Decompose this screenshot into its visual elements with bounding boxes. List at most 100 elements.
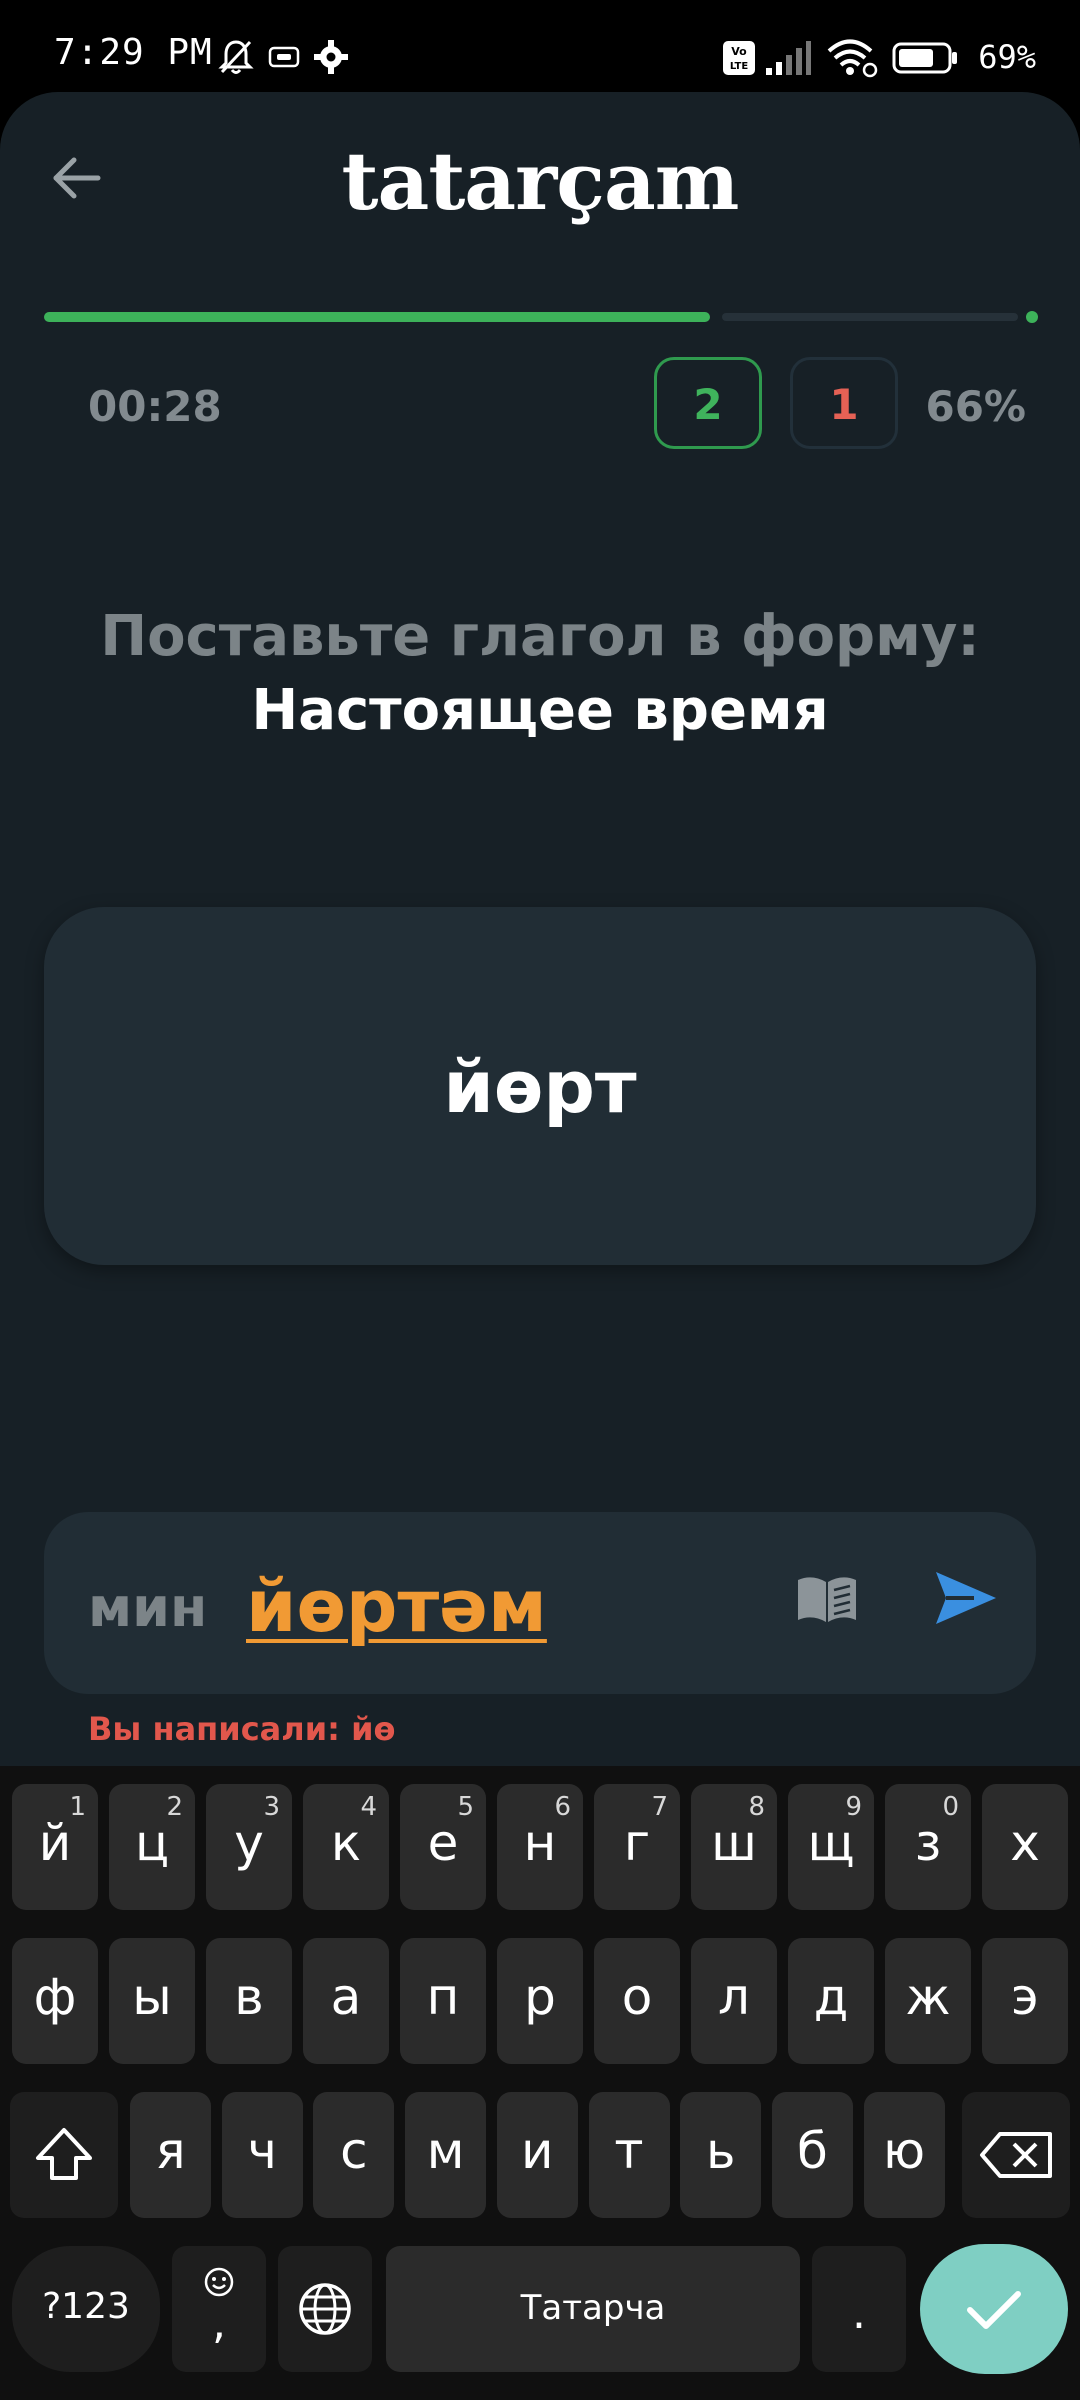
key-label: й bbox=[38, 1814, 72, 1872]
battery-icon bbox=[892, 42, 957, 74]
key-label: т bbox=[614, 2122, 644, 2180]
key-э[interactable]: э bbox=[982, 1938, 1068, 2064]
key-ш[interactable]: ш8 bbox=[691, 1784, 777, 1910]
enter-key[interactable] bbox=[920, 2244, 1068, 2374]
key-label: ю bbox=[883, 2122, 926, 2180]
key-label: ш bbox=[711, 1814, 757, 1872]
key-ж[interactable]: ж bbox=[885, 1938, 971, 2064]
key-number-hint: 2 bbox=[166, 1792, 183, 1822]
key-й[interactable]: й1 bbox=[12, 1784, 98, 1910]
key-label: н bbox=[523, 1814, 557, 1872]
key-label: ж bbox=[905, 1968, 951, 2026]
key-д[interactable]: д bbox=[788, 1938, 874, 2064]
key-с[interactable]: с bbox=[313, 2092, 395, 2218]
key-б[interactable]: б bbox=[771, 2092, 853, 2218]
key-е[interactable]: е5 bbox=[400, 1784, 486, 1910]
key-п[interactable]: п bbox=[400, 1938, 486, 2064]
key-label: о bbox=[621, 1968, 653, 2026]
progress-fill bbox=[44, 312, 710, 322]
timer: 00:28 bbox=[88, 382, 222, 431]
key-ю[interactable]: ю bbox=[863, 2092, 945, 2218]
key-label: х bbox=[1010, 1814, 1040, 1872]
key-о[interactable]: о bbox=[594, 1938, 680, 2064]
space-key[interactable]: Татарча bbox=[386, 2246, 800, 2372]
key-р[interactable]: р bbox=[497, 1938, 583, 2064]
key-label: э bbox=[1011, 1968, 1039, 2026]
open-book-icon[interactable] bbox=[794, 1572, 860, 1626]
data-saver-icon bbox=[268, 46, 300, 68]
period-label: . bbox=[852, 2288, 866, 2339]
key-label: р bbox=[524, 1968, 556, 2026]
symbols-key[interactable]: ?123 bbox=[12, 2246, 160, 2372]
key-label: щ bbox=[807, 1814, 855, 1872]
key-label: з bbox=[914, 1814, 942, 1872]
pronoun-label: мин bbox=[88, 1576, 208, 1639]
key-label: д bbox=[813, 1968, 849, 2026]
task-prompt: Поставьте глагол в форму: bbox=[100, 604, 980, 669]
answer-input-box[interactable]: мин йөртәм bbox=[44, 1512, 1036, 1694]
key-ц[interactable]: ц2 bbox=[109, 1784, 195, 1910]
key-к[interactable]: к4 bbox=[303, 1784, 389, 1910]
emoji-icon bbox=[204, 2267, 234, 2297]
answer-input[interactable]: йөртәм bbox=[246, 1564, 547, 1648]
key-label: м bbox=[426, 2122, 465, 2180]
key-number-hint: 9 bbox=[845, 1792, 862, 1822]
key-label: ы bbox=[132, 1968, 172, 2026]
key-label: в bbox=[234, 1968, 264, 2026]
key-label: ь bbox=[705, 2122, 736, 2180]
language-key[interactable] bbox=[278, 2246, 372, 2372]
key-а[interactable]: а bbox=[303, 1938, 389, 2064]
key-ы[interactable]: ы bbox=[109, 1938, 195, 2064]
shift-key[interactable] bbox=[10, 2092, 118, 2218]
key-х[interactable]: х bbox=[982, 1784, 1068, 1910]
key-я[interactable]: я bbox=[130, 2092, 211, 2218]
key-label: ч bbox=[247, 2122, 277, 2180]
key-ф[interactable]: ф bbox=[12, 1938, 98, 2064]
key-label: л bbox=[718, 1968, 750, 2026]
key-number-hint: 5 bbox=[457, 1792, 474, 1822]
you-wrote-message: Вы написали: йө bbox=[88, 1710, 396, 1748]
backspace-icon bbox=[980, 2132, 1052, 2178]
comma-emoji-key[interactable]: , bbox=[172, 2246, 266, 2372]
battery-percent: 69% bbox=[978, 38, 1036, 76]
key-л[interactable]: л bbox=[691, 1938, 777, 2064]
key-label: г bbox=[623, 1814, 651, 1872]
key-н[interactable]: н6 bbox=[497, 1784, 583, 1910]
correct-count-badge: 2 bbox=[654, 357, 762, 449]
key-и[interactable]: и bbox=[496, 2092, 578, 2218]
key-label: а bbox=[330, 1968, 362, 2026]
quiz-screen: tatarçam 00:28 2 1 66% Поставьте глагол … bbox=[0, 92, 1080, 1766]
wifi-icon bbox=[827, 39, 878, 78]
key-т[interactable]: т bbox=[588, 2092, 670, 2218]
key-м[interactable]: м bbox=[405, 2092, 487, 2218]
settings-gear-icon bbox=[314, 40, 348, 74]
key-number-hint: 4 bbox=[360, 1792, 377, 1822]
key-number-hint: 3 bbox=[263, 1792, 280, 1822]
send-icon[interactable] bbox=[934, 1568, 998, 1628]
key-з[interactable]: з0 bbox=[885, 1784, 971, 1910]
shift-arrow-icon bbox=[36, 2128, 92, 2180]
key-label: у bbox=[234, 1814, 264, 1872]
key-label: к bbox=[330, 1814, 362, 1872]
key-в[interactable]: в bbox=[206, 1938, 292, 2064]
key-label: с bbox=[340, 2122, 368, 2180]
key-щ[interactable]: щ9 bbox=[788, 1784, 874, 1910]
key-г[interactable]: г7 bbox=[594, 1784, 680, 1910]
app-title: tatarçam bbox=[341, 134, 740, 228]
word-card: йөрт bbox=[44, 907, 1036, 1265]
signal-icon bbox=[766, 41, 811, 75]
period-key[interactable]: . bbox=[812, 2246, 906, 2372]
comma-label: , bbox=[212, 2298, 226, 2349]
muted-bell-icon bbox=[218, 40, 254, 74]
backspace-key[interactable] bbox=[962, 2092, 1070, 2218]
key-label: я bbox=[155, 2122, 186, 2180]
key-number-hint: 7 bbox=[651, 1792, 668, 1822]
key-у[interactable]: у3 bbox=[206, 1784, 292, 1910]
progress-bar bbox=[44, 311, 1038, 323]
key-number-hint: 8 bbox=[748, 1792, 765, 1822]
key-ь[interactable]: ь bbox=[680, 2092, 762, 2218]
space-key-label: Татарча bbox=[520, 2288, 666, 2328]
volte-icon: Vo LTE bbox=[723, 41, 755, 75]
key-ч[interactable]: ч bbox=[221, 2092, 303, 2218]
checkmark-icon bbox=[967, 2291, 1021, 2329]
